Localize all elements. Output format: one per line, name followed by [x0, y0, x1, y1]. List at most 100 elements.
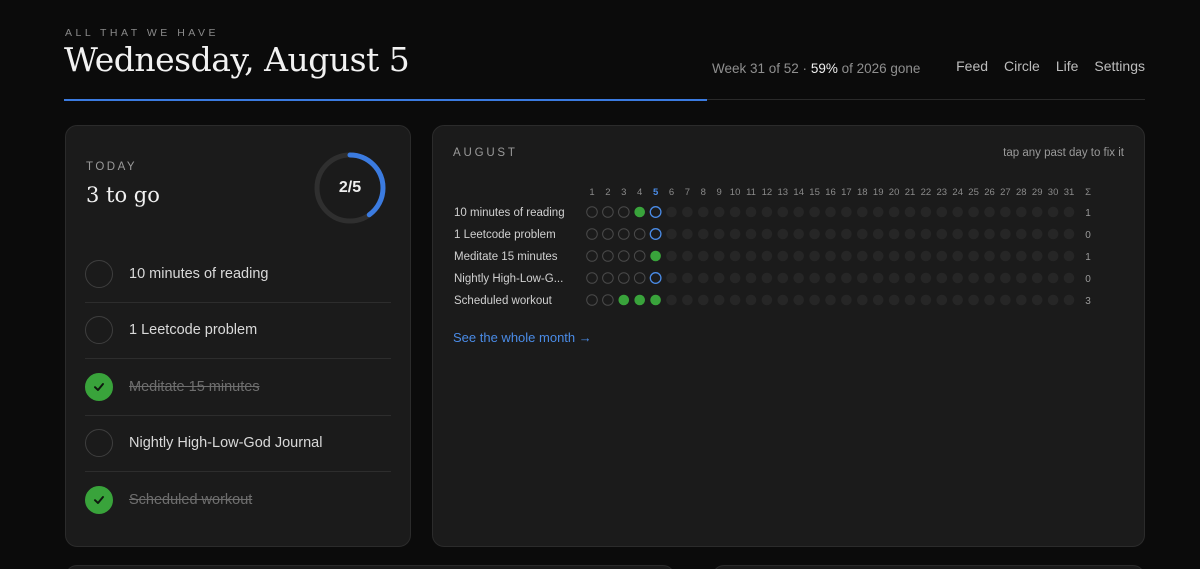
day-dot-open[interactable] — [602, 272, 614, 284]
day-dot-future — [952, 272, 963, 284]
day-dot-open[interactable] — [633, 228, 646, 240]
day-dot-open[interactable] — [649, 272, 662, 284]
grid-row-label: Nightly High-Low-G... — [454, 273, 563, 285]
habit-checkbox[interactable] — [85, 486, 113, 515]
day-dot-open[interactable] — [633, 272, 646, 284]
day-dot-future — [984, 250, 995, 262]
day-dot-future — [761, 206, 773, 218]
day-dot-future — [745, 206, 757, 218]
day-dot-future — [888, 206, 900, 218]
day-dot-future — [698, 250, 709, 262]
day-dot-open[interactable] — [586, 294, 598, 306]
day-dot-future — [888, 228, 900, 240]
checkmark-icon — [94, 382, 104, 391]
day-dot-future — [713, 250, 725, 262]
week-prefix: Week 31 of 52 · — [712, 61, 811, 76]
day-dot-done[interactable] — [634, 294, 645, 306]
row-total: 0 — [1085, 274, 1091, 285]
day-number: 12 — [762, 187, 773, 198]
habit-row[interactable]: 10 minutes of reading — [85, 246, 391, 303]
day-number: 16 — [825, 187, 836, 198]
habit-checkbox[interactable] — [85, 372, 113, 401]
day-dot-future — [857, 206, 868, 218]
row-total: 1 — [1085, 252, 1091, 263]
day-number: 9 — [717, 187, 722, 198]
day-dot-future — [857, 294, 868, 306]
day-number: 31 — [1064, 187, 1075, 198]
habit-row[interactable]: 1 Leetcode problem — [85, 303, 391, 359]
day-dot-future — [857, 228, 868, 240]
day-dot-future — [793, 294, 804, 306]
day-dot-open[interactable] — [586, 206, 598, 218]
day-dot-future — [1016, 294, 1027, 306]
day-number: 17 — [841, 187, 852, 198]
day-dot-open[interactable] — [586, 272, 598, 284]
day-dot-future — [666, 228, 677, 240]
day-dot-future — [1000, 206, 1011, 218]
day-dot-future — [745, 228, 757, 240]
day-dot-future — [777, 272, 789, 284]
remaining-count: 3 to go — [86, 183, 160, 207]
main-nav: Feed Circle Life Settings — [956, 58, 1145, 74]
day-dot-future — [872, 272, 884, 284]
see-whole-month-link[interactable]: See the whole month → — [453, 330, 592, 345]
day-dot-future — [825, 272, 836, 284]
row-total: 3 — [1085, 296, 1091, 307]
day-dot-future — [984, 272, 995, 284]
day-dot-open[interactable] — [649, 206, 662, 218]
habit-row[interactable]: Nightly High-Low-God Journal — [85, 416, 391, 472]
day-dot-open[interactable] — [618, 206, 630, 218]
day-dot-future — [777, 228, 789, 240]
day-dot-open[interactable] — [618, 228, 630, 240]
day-dot-open[interactable] — [649, 228, 662, 240]
day-dot-open[interactable] — [633, 250, 646, 262]
day-dot-future — [682, 272, 693, 284]
nav-settings[interactable]: Settings — [1094, 58, 1145, 74]
day-number: 22 — [921, 187, 932, 198]
checkmark-icon — [94, 496, 104, 505]
day-number: 21 — [905, 187, 916, 198]
day-dot-open[interactable] — [602, 206, 614, 218]
day-dot-future — [968, 250, 979, 262]
day-dot-open[interactable] — [618, 250, 630, 262]
day-dot-open[interactable] — [602, 228, 614, 240]
day-dot-future — [888, 272, 900, 284]
nav-feed[interactable]: Feed — [956, 58, 988, 74]
day-dot-future — [841, 206, 852, 218]
day-dot-open[interactable] — [618, 272, 630, 284]
nav-life[interactable]: Life — [1056, 58, 1079, 74]
day-dot-open[interactable] — [586, 250, 598, 262]
sum-header: Σ — [1085, 187, 1091, 198]
day-dot-future — [666, 294, 677, 306]
day-number: 6 — [669, 187, 674, 198]
habit-row[interactable]: Scheduled workout — [85, 472, 391, 529]
day-dot-future — [1063, 294, 1075, 306]
day-dot-future — [936, 250, 948, 262]
day-dot-done[interactable] — [618, 294, 630, 306]
nav-circle[interactable]: Circle — [1004, 58, 1040, 74]
day-dot-future — [952, 228, 963, 240]
today-card: TODAY 3 to go 2/5 10 minutes of reading 1… — [65, 125, 411, 547]
bottom-card-left — [65, 565, 675, 569]
day-dot-done[interactable] — [634, 206, 645, 218]
day-dot-future — [1063, 250, 1075, 262]
habit-checkbox[interactable] — [85, 316, 113, 345]
day-dot-future — [698, 206, 709, 218]
habit-row[interactable]: Meditate 15 minutes — [85, 359, 391, 416]
day-dot-future — [984, 294, 995, 306]
day-dot-future — [984, 206, 995, 218]
day-dot-open[interactable] — [586, 228, 598, 240]
day-dot-done[interactable] — [650, 294, 661, 306]
habit-checkbox[interactable] — [85, 429, 113, 458]
month-grid: 1 2 3 4 5 6 7 8 9 10 11 12 13 14 15 16 17 18 19 20 21 22 23 24 2… — [454, 187, 1091, 307]
year-percent: 59% — [810, 61, 838, 76]
day-dot-open[interactable] — [602, 294, 614, 306]
day-dot-open[interactable] — [602, 250, 614, 262]
habit-checkbox[interactable] — [85, 259, 113, 288]
day-dot-future — [968, 228, 979, 240]
day-number: 23 — [937, 187, 948, 198]
day-dot-future — [841, 294, 852, 306]
day-dot-future — [888, 294, 900, 306]
day-dot-future — [936, 206, 948, 218]
day-dot-done[interactable] — [650, 250, 661, 262]
